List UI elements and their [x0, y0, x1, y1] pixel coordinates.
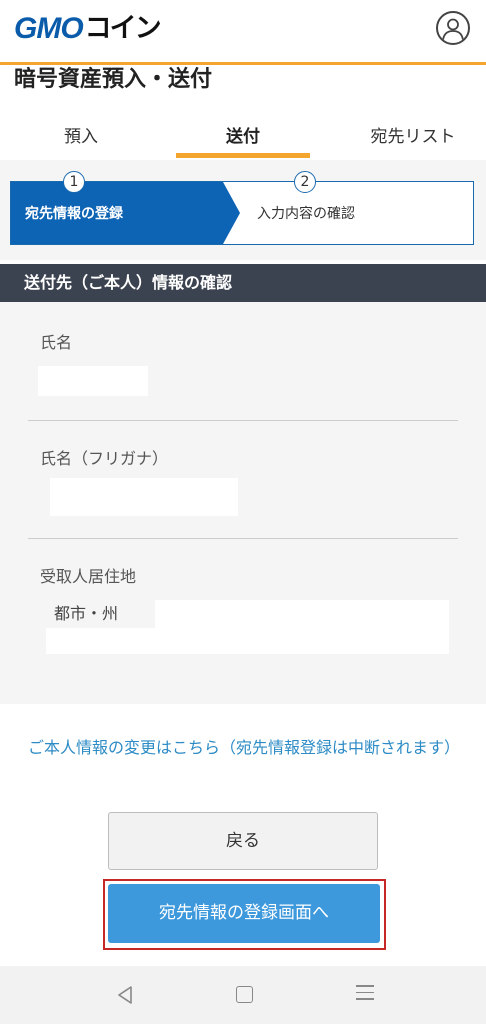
furigana-value-redacted	[50, 478, 238, 516]
triangle-back-icon[interactable]	[114, 984, 136, 1006]
step-indicator-area: 1 宛先情報の登録 2 入力内容の確認	[0, 160, 486, 260]
name-label: 氏名	[40, 333, 73, 352]
account-button[interactable]	[436, 11, 470, 45]
change-identity-link[interactable]: ご本人情報の変更はこちら（宛先情報登録は中断されます）	[28, 732, 468, 764]
page-title: 暗号資産預入・送付	[14, 67, 213, 92]
header-accent-line	[0, 62, 486, 65]
step-indicator: 1 宛先情報の登録 2 入力内容の確認	[10, 171, 474, 245]
address-value-redacted-2	[46, 628, 449, 654]
furigana-label: 氏名（フリガナ）	[40, 449, 169, 468]
field-divider	[28, 420, 458, 421]
app-header: GMO コイン	[0, 0, 486, 62]
step-1-number: 1	[63, 171, 85, 193]
tab-send[interactable]: 送付	[176, 122, 310, 158]
gmo-coin-logo[interactable]: GMO コイン	[14, 12, 162, 46]
tab-deposit[interactable]: 預入	[0, 122, 162, 158]
register-recipient-button[interactable]: 宛先情報の登録画面へ	[108, 884, 380, 943]
menu-lines-icon[interactable]	[356, 985, 374, 1003]
square-home-icon[interactable]	[236, 986, 253, 1003]
step-1-label: 宛先情報の登録	[25, 206, 123, 222]
tab-address-list[interactable]: 宛先リスト	[340, 122, 486, 158]
logo-gmo-text: GMO	[14, 12, 84, 45]
address-value-redacted	[155, 600, 449, 628]
field-divider	[28, 538, 458, 539]
user-circle-icon	[442, 18, 464, 41]
logo-coin-text: コイン	[84, 13, 162, 44]
system-nav-bar	[0, 966, 486, 1024]
step-2-number: 2	[294, 171, 316, 193]
address-prefix: 都市・州	[54, 604, 119, 623]
recipient-info-panel: 氏名 氏名（フリガナ） 受取人居住地 都市・州	[0, 302, 486, 704]
step-2-label: 入力内容の確認	[257, 206, 355, 222]
address-label: 受取人居住地	[40, 567, 137, 586]
back-button[interactable]: 戻る	[108, 812, 378, 870]
name-value-redacted	[38, 366, 148, 396]
section-header: 送付先（ご本人）情報の確認	[0, 264, 486, 302]
